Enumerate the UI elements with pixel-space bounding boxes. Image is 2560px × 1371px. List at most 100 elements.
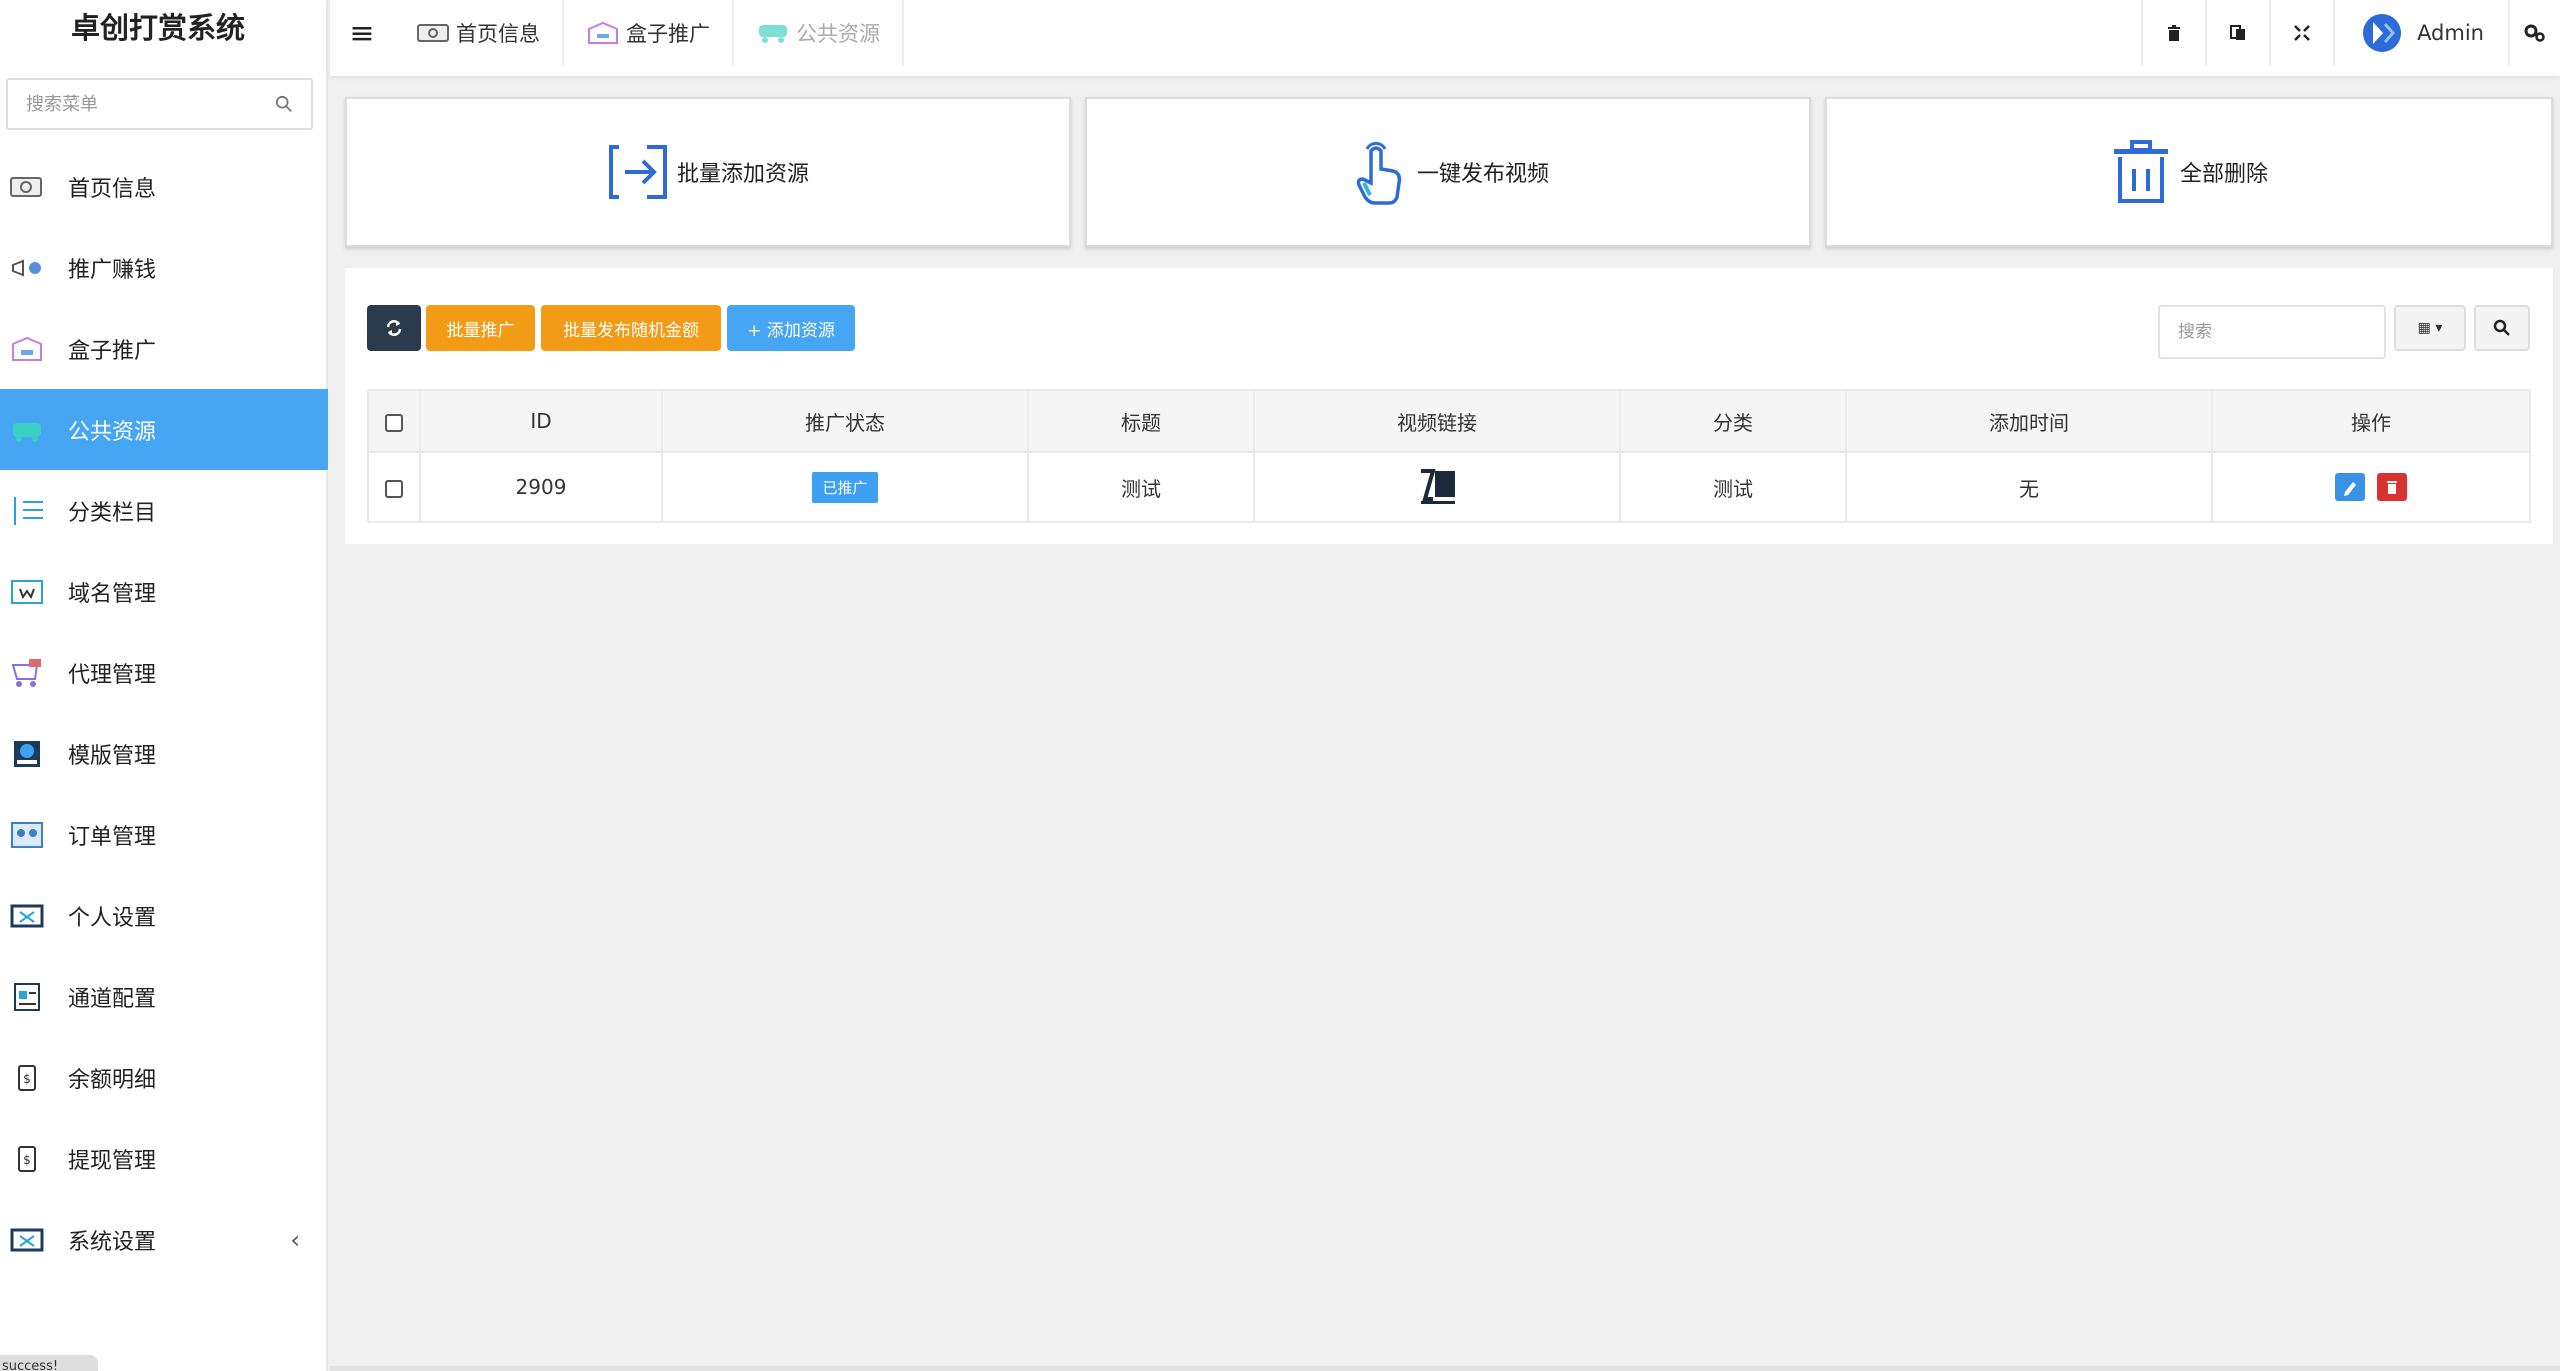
delete-button[interactable]	[2377, 473, 2408, 501]
row-select-cell	[367, 451, 421, 523]
sidebar-item-label: 订单管理	[68, 824, 157, 850]
pencil-icon	[2343, 482, 2356, 496]
import-icon	[608, 145, 667, 199]
table-header-row: ID 推广状态 标题 视频链接 分类 添加时间 操作	[367, 389, 2531, 453]
table-search[interactable]	[2158, 305, 2386, 359]
table-search-input[interactable]	[2178, 322, 2384, 342]
menu-search[interactable]	[6, 78, 313, 130]
sidebar-item-withdraw[interactable]: $ 提现管理	[0, 1118, 328, 1199]
channel-icon	[8, 980, 46, 1014]
sidebar-item-category[interactable]: 分类栏目	[0, 470, 328, 551]
sidebar-item-personal[interactable]: 个人设置	[0, 875, 328, 956]
sidebar-item-system[interactable]: 系统设置 ‹	[0, 1199, 328, 1280]
sidebar: 卓创打赏系统 首页信息 推广赚钱 盒子推广 公共资源 分类栏目 域名管理	[0, 0, 328, 1371]
batch-promote-button[interactable]: 批量推广	[426, 305, 535, 351]
avatar	[2363, 14, 2402, 52]
gears-icon[interactable]	[2510, 0, 2560, 66]
sidebar-item-template[interactable]: 模版管理	[0, 713, 328, 794]
withdraw-icon: $	[8, 1142, 46, 1176]
trash-icon	[2387, 481, 2398, 494]
fullscreen-icon[interactable]	[2269, 0, 2333, 66]
sidebar-item-label: 通道配置	[68, 986, 157, 1012]
sidebar-item-label: 公共资源	[68, 419, 157, 445]
sidebar-item-label: 分类栏目	[68, 500, 157, 526]
publish-video-card[interactable]: 一键发布视频	[1085, 97, 1811, 247]
delete-all-card[interactable]: 全部删除	[1825, 97, 2553, 247]
row-actions	[2211, 451, 2531, 523]
sidebar-item-label: 提现管理	[68, 1148, 157, 1174]
status-badge: 已推广	[812, 471, 878, 503]
chevron-left-icon[interactable]: ‹	[290, 1226, 300, 1254]
order-icon	[8, 818, 46, 852]
sidebar-item-label: 盒子推广	[68, 338, 157, 364]
col-category[interactable]: 分类	[1619, 389, 1847, 453]
row-add-time: 无	[1845, 451, 2213, 523]
category-icon	[8, 494, 46, 528]
edit-button[interactable]	[2334, 473, 2365, 501]
col-title[interactable]: 标题	[1027, 389, 1255, 453]
agent-icon	[8, 656, 46, 690]
sidebar-item-label: 首页信息	[68, 176, 157, 202]
box-icon	[8, 332, 46, 366]
columns-toggle-button[interactable]: ▦ ▾	[2394, 305, 2466, 351]
video-thumbnail[interactable]	[1413, 465, 1461, 509]
template-icon	[8, 737, 46, 771]
sidebar-item-label: 个人设置	[68, 905, 157, 931]
menu-search-input[interactable]	[26, 93, 275, 115]
add-resource-button[interactable]: + 添加资源	[727, 305, 855, 351]
sidebar-item-label: 代理管理	[68, 662, 157, 688]
box-icon	[586, 20, 620, 46]
grid-icon: ▦ ▾	[2417, 320, 2443, 336]
tab-label: 公共资源	[796, 22, 880, 46]
sidebar-item-promo[interactable]: 推广赚钱	[0, 227, 328, 308]
sidebar-item-home[interactable]: 首页信息	[0, 146, 328, 227]
trash-icon	[2113, 140, 2168, 203]
select-all-checkbox[interactable]	[385, 413, 403, 432]
tab-home[interactable]: 首页信息	[394, 0, 564, 66]
promo-icon	[8, 251, 46, 285]
col-video-link[interactable]: 视频链接	[1253, 389, 1621, 453]
batch-add-card[interactable]: 批量添加资源	[345, 97, 1071, 247]
sidebar-item-domain[interactable]: 域名管理	[0, 551, 328, 632]
sidebar-menu: 首页信息 推广赚钱 盒子推广 公共资源 分类栏目 域名管理 代理管理 模版管理	[0, 146, 328, 1280]
col-id[interactable]: ID	[419, 389, 663, 453]
sidebar-item-order[interactable]: 订单管理	[0, 794, 328, 875]
sidebar-item-agent[interactable]: 代理管理	[0, 632, 328, 713]
sidebar-item-label: 域名管理	[68, 581, 157, 607]
row-id: 2909	[419, 451, 663, 523]
domain-icon	[8, 575, 46, 609]
sidebar-item-public-resource[interactable]: 公共资源	[0, 389, 328, 470]
personal-settings-icon	[8, 899, 46, 933]
sidebar-item-box[interactable]: 盒子推广	[0, 308, 328, 389]
translate-icon[interactable]	[2205, 0, 2269, 66]
col-actions: 操作	[2211, 389, 2531, 453]
user-name: Admin	[2417, 21, 2484, 45]
money-icon	[416, 20, 450, 46]
tab-label: 首页信息	[456, 22, 540, 46]
system-settings-icon	[8, 1223, 46, 1257]
search-icon[interactable]	[275, 95, 293, 113]
card-label: 全部删除	[2179, 162, 2268, 187]
trash-icon[interactable]	[2141, 0, 2205, 66]
user-menu[interactable]: Admin	[2333, 0, 2510, 66]
refresh-icon	[386, 320, 402, 336]
sidebar-item-balance[interactable]: $ 余额明细	[0, 1037, 328, 1118]
public-resource-icon	[756, 20, 790, 46]
sidebar-item-channel[interactable]: 通道配置	[0, 956, 328, 1037]
refresh-button[interactable]	[367, 305, 421, 351]
row-category: 测试	[1619, 451, 1847, 523]
sidebar-item-label: 余额明细	[68, 1067, 157, 1093]
batch-random-amount-button[interactable]: 批量发布随机金额	[541, 305, 721, 351]
select-all-cell	[367, 389, 421, 453]
tab-box[interactable]: 盒子推广	[564, 0, 734, 66]
search-button[interactable]	[2474, 305, 2530, 351]
search-icon	[2493, 319, 2510, 336]
col-status[interactable]: 推广状态	[661, 389, 1029, 453]
row-title: 测试	[1027, 451, 1255, 523]
tab-public-resource[interactable]: 公共资源	[734, 0, 904, 66]
hamburger-icon[interactable]: ≡	[330, 0, 394, 66]
app-title: 卓创打赏系统	[70, 11, 245, 45]
col-add-time[interactable]: 添加时间	[1845, 389, 2213, 453]
svg-text:$: $	[23, 1153, 31, 1167]
row-checkbox[interactable]	[385, 479, 403, 498]
